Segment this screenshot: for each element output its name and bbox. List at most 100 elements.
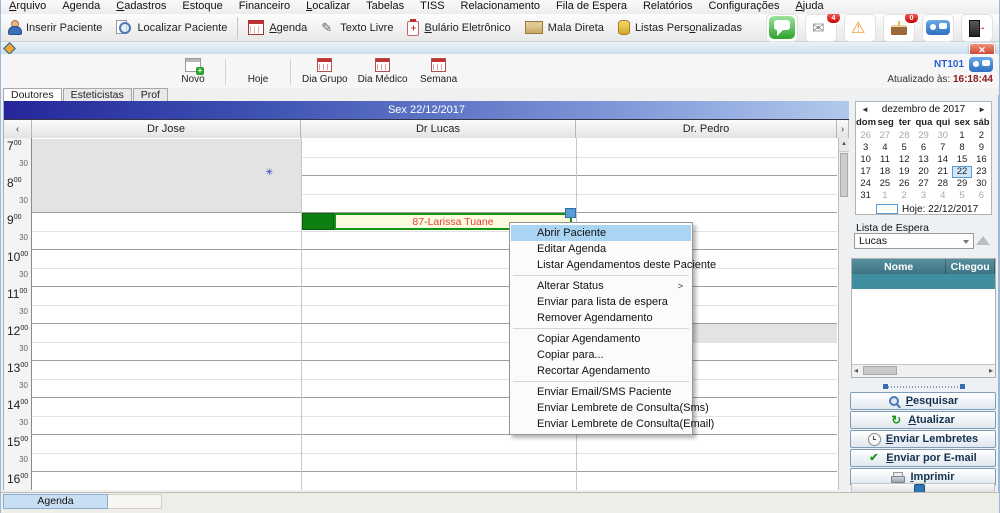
calendar-day[interactable]: 22 [952, 166, 971, 178]
calendar-day[interactable]: 26 [895, 178, 914, 190]
hoje-button[interactable]: Hoje [232, 72, 284, 88]
menu-item-listar-agendamentos-deste-paciente[interactable]: Listar Agendamentos deste Paciente [511, 257, 691, 273]
slot-row[interactable] [4, 342, 837, 362]
calendar-day[interactable]: 14 [933, 154, 952, 166]
calendar-day[interactable]: 10 [856, 154, 875, 166]
waitlist-hscrollbar[interactable]: ◂ ▸ [852, 364, 995, 377]
calendar-day[interactable]: 16 [972, 154, 991, 166]
mala-direta-button[interactable]: Mala Direta [518, 15, 611, 40]
scroll-columns-left[interactable]: ‹ [4, 120, 32, 138]
calendar-day[interactable]: 3 [856, 142, 875, 154]
grid-vscrollbar[interactable]: ▲ [838, 138, 849, 490]
menu-tiss[interactable]: TISS [412, 0, 452, 14]
menu-relacionamento[interactable]: Relacionamento [453, 0, 549, 14]
calendar-day[interactable]: 30 [972, 178, 991, 190]
calendar-day[interactable]: 15 [952, 154, 971, 166]
pesquisar-button[interactable]: Pesquisar [850, 392, 996, 410]
calendar-day[interactable]: 20 [914, 166, 933, 178]
calendar-day[interactable]: 1 [952, 130, 971, 142]
enviar-por-e-mail-button[interactable]: Enviar por E-mail [850, 449, 996, 467]
menu-financeiro[interactable]: Financeiro [231, 0, 298, 14]
calendar-day[interactable]: 25 [875, 178, 894, 190]
bulario-eletronico-button[interactable]: Bulário Eletrônico [400, 15, 517, 40]
menu-item-enviar-lembrete-de-consulta-email[interactable]: Enviar Lembrete de Consulta(Email) [511, 416, 691, 432]
tab-doutores[interactable]: Doutores [3, 88, 62, 101]
waitlist-professional-select[interactable]: Lucas [854, 233, 974, 249]
listas-personalizadas-button[interactable]: Listas Personalizadas [611, 15, 749, 40]
menu-cadastros[interactable]: Cadastros [108, 0, 174, 14]
bottom-tab-agenda[interactable]: Agenda [3, 494, 108, 509]
texto-livre-button[interactable]: Texto Livre [314, 15, 400, 40]
mail-button[interactable]: 4 [805, 14, 837, 42]
calendar-day[interactable]: 30 [933, 130, 952, 142]
menu-item-copiar-agendamento[interactable]: Copiar Agendamento [511, 331, 691, 347]
calendar-day[interactable]: 7 [933, 142, 952, 154]
slot-row[interactable] [4, 397, 837, 417]
calendar-day[interactable]: 6 [972, 190, 991, 202]
calendar-day[interactable]: 5 [895, 142, 914, 154]
slot-row[interactable] [4, 231, 837, 251]
schedule-grid[interactable]: 7003080030900301000301100301200301300301… [4, 138, 849, 490]
chat-button[interactable] [766, 14, 798, 42]
vscroll-thumb[interactable] [840, 153, 848, 197]
hscroll-thumb[interactable] [863, 366, 897, 375]
menu-item-enviar-lembrete-de-consulta-sms[interactable]: Enviar Lembrete de Consulta(Sms) [511, 400, 691, 416]
menu-ajuda[interactable]: Ajuda [787, 0, 831, 14]
calendar-day[interactable]: 9 [972, 142, 991, 154]
exit-button[interactable] [961, 14, 993, 42]
localizar-paciente-button[interactable]: Localizar Paciente [109, 15, 234, 40]
column-header-dr-jose[interactable]: Dr Jose [32, 120, 301, 138]
calendar-day[interactable]: 3 [914, 190, 933, 202]
semana-button[interactable]: Semana [413, 56, 465, 88]
calendar-day[interactable]: 18 [875, 166, 894, 178]
calendar-day[interactable]: 29 [952, 178, 971, 190]
slot-row[interactable] [4, 434, 837, 454]
waitlist-column-nome[interactable]: Nome [852, 259, 946, 274]
calendar-day[interactable]: 5 [952, 190, 971, 202]
slot-row[interactable] [4, 360, 837, 380]
calendar-day[interactable]: 4 [875, 142, 894, 154]
calendar-day[interactable]: 24 [856, 178, 875, 190]
agenda-button[interactable]: Agenda [241, 15, 314, 40]
slot-row[interactable] [4, 379, 837, 399]
calendar-next-icon[interactable]: ► [975, 103, 989, 116]
calendar-day[interactable]: 28 [895, 130, 914, 142]
calendar-day[interactable]: 12 [895, 154, 914, 166]
calendar-day[interactable]: 28 [933, 178, 952, 190]
menu-relatorios[interactable]: Relatórios [635, 0, 701, 14]
calendar-footer[interactable]: Hoje: 22/12/2017 [856, 202, 991, 216]
panel-splitter[interactable] [885, 384, 963, 389]
menu-item-remover-agendamento[interactable]: Remover Agendamento [511, 310, 691, 326]
menu-tabelas[interactable]: Tabelas [358, 0, 412, 14]
menu-configuracoes[interactable]: Configurações [701, 0, 788, 14]
calendar-day[interactable]: 2 [895, 190, 914, 202]
scroll-up-icon[interactable]: ▲ [839, 138, 849, 152]
calendar-day[interactable]: 27 [875, 130, 894, 142]
enviar-lembretes-button[interactable]: Enviar Lembretes [850, 430, 996, 448]
calendar-day[interactable]: 26 [856, 130, 875, 142]
calendar-day[interactable]: 1 [875, 190, 894, 202]
dia-grupo-button[interactable]: Dia Grupo [297, 56, 353, 88]
cake-button[interactable]: 0 [883, 14, 915, 42]
column-header-dr-pedro[interactable]: Dr. Pedro [576, 120, 837, 138]
novo-button[interactable]: Novo [167, 56, 219, 88]
calendar-day[interactable]: 8 [952, 142, 971, 154]
calendar-day[interactable]: 29 [914, 130, 933, 142]
calendar-day[interactable]: 21 [933, 166, 952, 178]
scroll-right-icon[interactable]: ▸ [989, 366, 993, 375]
contacts-icon[interactable] [969, 57, 993, 72]
appointment-resize-handle[interactable] [565, 208, 576, 218]
calendar-day[interactable]: 17 [856, 166, 875, 178]
slot-row[interactable] [4, 471, 837, 490]
tab-esteticistas[interactable]: Esteticistas [63, 88, 132, 101]
menu-estoque[interactable]: Estoque [174, 0, 230, 14]
collapse-panel-icon[interactable] [976, 236, 990, 245]
menu-item-editar-agenda[interactable]: Editar Agenda [511, 241, 691, 257]
menu-localizar[interactable]: Localizar [298, 0, 358, 14]
menu-item-copiar-para[interactable]: Copiar para... [511, 347, 691, 363]
menu-item-enviar-email-sms-paciente[interactable]: Enviar Email/SMS Paciente [511, 384, 691, 400]
dia-medico-button[interactable]: Dia Médico [353, 56, 413, 88]
tab-prof[interactable]: Prof [133, 88, 168, 101]
column-header-dr-lucas[interactable]: Dr Lucas [301, 120, 576, 138]
menu-item-alterar-status[interactable]: Alterar Status> [511, 278, 691, 294]
